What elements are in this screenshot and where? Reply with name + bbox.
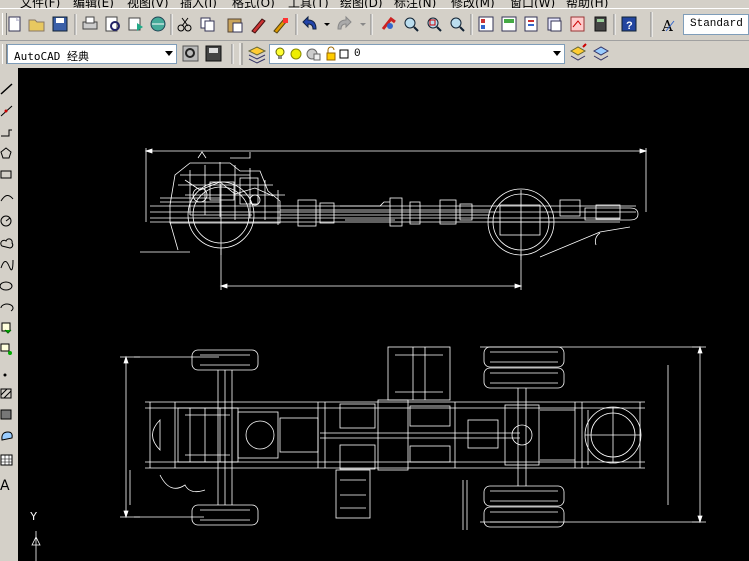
menu-item[interactable]: 窗口(W) xyxy=(510,0,555,8)
drawing-canvas[interactable]: Y xyxy=(18,68,749,561)
make-block-icon[interactable] xyxy=(0,343,12,355)
block-editor-icon[interactable] xyxy=(273,18,288,34)
text-style-value: Standard xyxy=(690,18,743,30)
layers-toolbar: AutoCAD 经典 0 xyxy=(0,41,749,67)
multiline-text-icon[interactable]: A xyxy=(0,478,10,494)
save-icon[interactable] xyxy=(52,16,68,32)
svg-text:A: A xyxy=(0,478,10,494)
menu-item[interactable]: 工具(T) xyxy=(288,0,329,8)
help-icon[interactable]: ? xyxy=(621,16,637,32)
menu-item[interactable]: 标注(N) xyxy=(394,0,436,8)
menu-item[interactable]: 编辑(E) xyxy=(73,0,114,8)
publish-icon[interactable] xyxy=(128,17,143,31)
print-icon[interactable] xyxy=(82,16,98,30)
sheet-set-icon[interactable] xyxy=(547,17,562,32)
tool-palettes-icon[interactable] xyxy=(524,16,538,32)
preview-icon[interactable] xyxy=(105,16,120,32)
region-icon[interactable] xyxy=(1,431,13,441)
layer-tools-icons xyxy=(569,43,610,61)
zoom-realtime-icon[interactable] xyxy=(404,17,419,32)
standard-toolbar-icons: ? A xyxy=(8,12,675,37)
hatch-icon[interactable] xyxy=(0,388,12,399)
table-icon[interactable] xyxy=(0,454,13,466)
arc-icon[interactable] xyxy=(0,195,14,202)
design-center-icon[interactable] xyxy=(501,16,517,32)
draw-toolbar-icons: A xyxy=(0,83,14,494)
revision-cloud-icon[interactable] xyxy=(0,238,14,249)
menu-bar: 文件(F) 编辑(E) 视图(V) 插入(I) 格式(O) 工具(T) 绘图(D) 标注(N)… xyxy=(0,0,749,9)
line-icon[interactable] xyxy=(0,83,13,95)
match-properties-icon[interactable] xyxy=(251,18,266,34)
redo-icon[interactable] xyxy=(337,15,366,30)
svg-text:?: ? xyxy=(626,20,633,32)
new-icon[interactable] xyxy=(8,16,21,32)
ellipse-icon[interactable] xyxy=(0,281,13,291)
open-icon[interactable] xyxy=(28,19,45,32)
pan-icon[interactable] xyxy=(381,16,396,30)
ucs-y-label: Y xyxy=(30,510,38,524)
chassis-drawing xyxy=(31,148,706,561)
insert-block-icon[interactable] xyxy=(1,322,12,334)
menu-item[interactable]: 修改(M) xyxy=(451,0,495,8)
menu-item[interactable]: 视图(V) xyxy=(127,0,169,8)
polyline-icon[interactable] xyxy=(1,129,12,137)
rectangle-icon[interactable] xyxy=(0,170,12,179)
3d-dwf-icon[interactable] xyxy=(150,16,166,32)
make-object-layer-current-icon[interactable] xyxy=(569,43,587,61)
undo-icon[interactable] xyxy=(302,15,330,30)
menu-item[interactable]: 绘图(D) xyxy=(340,0,383,8)
construction-line-icon[interactable] xyxy=(0,105,13,117)
draw-toolbar: A xyxy=(0,68,14,561)
zoom-previous-icon[interactable] xyxy=(450,17,465,32)
menu-item[interactable]: 帮助(H) xyxy=(566,0,608,8)
menu-item[interactable]: 插入(I) xyxy=(180,0,217,8)
chassis-plan-view xyxy=(120,345,706,530)
menu-item[interactable]: 文件(F) xyxy=(20,0,60,8)
svg-text:A: A xyxy=(661,17,673,35)
text-style-icon[interactable]: A xyxy=(661,17,675,35)
chassis-side-view xyxy=(140,148,648,290)
standard-toolbar: ? A Standard xyxy=(0,9,749,41)
zoom-window-icon[interactable] xyxy=(427,17,442,32)
properties-icon[interactable] xyxy=(478,16,494,32)
ellipse-arc-icon[interactable] xyxy=(0,303,14,312)
layer-previous-icon[interactable] xyxy=(592,46,610,61)
polygon-icon[interactable] xyxy=(0,147,12,159)
spline-icon[interactable] xyxy=(0,259,14,271)
cut-icon[interactable] xyxy=(177,17,192,32)
circle-icon[interactable] xyxy=(0,215,12,227)
markup-icon[interactable] xyxy=(570,16,585,32)
gradient-icon[interactable] xyxy=(0,409,12,420)
text-style-combo[interactable]: Standard xyxy=(683,14,749,35)
paste-icon[interactable] xyxy=(227,18,243,33)
ucs-icon xyxy=(31,531,41,561)
menu-item[interactable]: 格式(O) xyxy=(232,0,275,8)
point-icon[interactable] xyxy=(3,373,7,377)
quickcalc-icon[interactable] xyxy=(594,16,607,32)
copy-icon[interactable] xyxy=(200,17,215,32)
